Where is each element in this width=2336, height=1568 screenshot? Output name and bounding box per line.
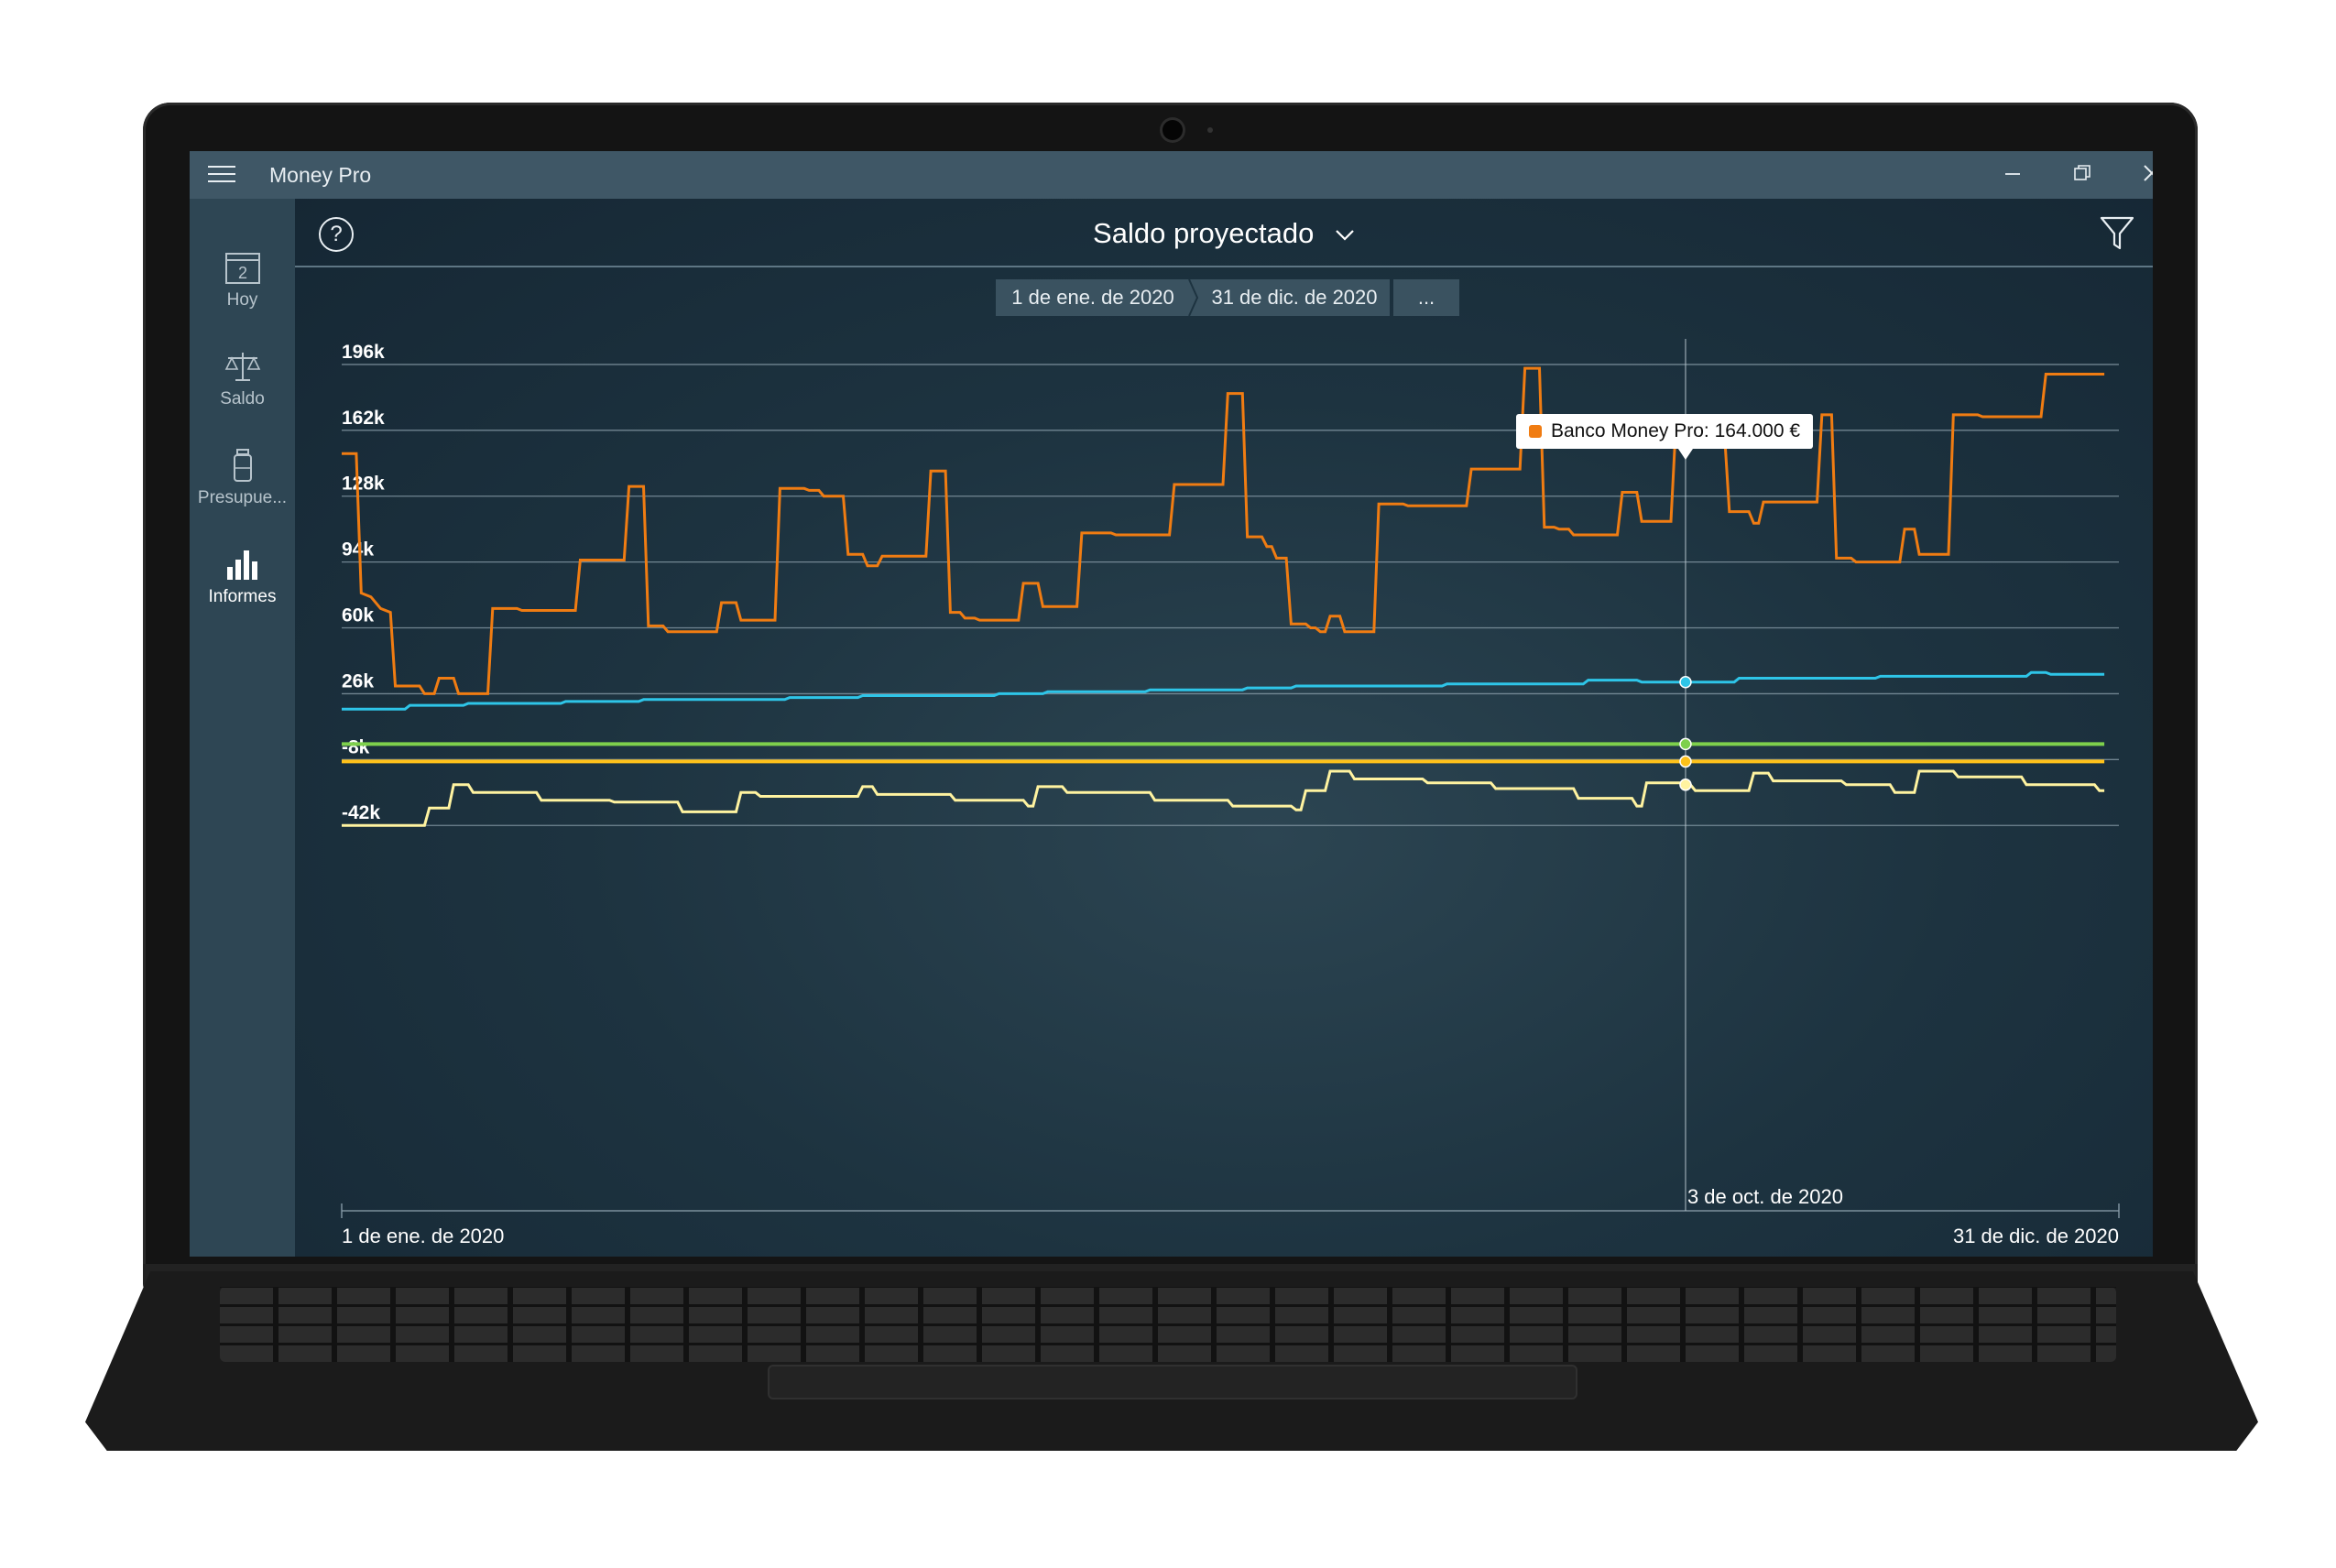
- series-cursor-marker-4: [1679, 779, 1692, 791]
- series-cursor-marker-3: [1679, 755, 1692, 768]
- laptop-trackpad: [768, 1365, 1577, 1399]
- crosshair-date-label: 3 de oct. de 2020: [1687, 1185, 1843, 1208]
- y-tick-label: 26k: [342, 670, 374, 691]
- y-tick-label: 196k: [342, 342, 385, 363]
- tooltip-text: Banco Money Pro: 164.000 €: [1551, 420, 1801, 441]
- tooltip-color-swatch: [1529, 425, 1542, 438]
- y-tick-label: -8k: [342, 736, 370, 757]
- y-tick-label: -42k: [342, 802, 380, 823]
- series-line-0: [342, 366, 2105, 695]
- tooltip-pointer: [1677, 449, 1693, 460]
- chart-tooltip: Banco Money Pro: 164.000 €: [1516, 414, 1814, 449]
- x-start-label: 1 de ene. de 2020: [342, 1225, 504, 1247]
- series-cursor-marker-2: [1679, 737, 1692, 751]
- series-cursor-marker-1: [1679, 675, 1692, 689]
- webcam-indicator: [1207, 127, 1213, 133]
- app-window: Money Pro 2 Hoy Saldo Presupue... Inform…: [190, 151, 2153, 1257]
- laptop-keyboard: [220, 1287, 2116, 1362]
- x-end-label: 31 de dic. de 2020: [1953, 1225, 2119, 1247]
- y-tick-label: 60k: [342, 605, 374, 626]
- webcam-icon: [1163, 120, 1183, 140]
- projected-balance-chart[interactable]: 196k 162k 128k 94k 60k 26k -8k -42k 1 de ene. de…: [190, 151, 2153, 1257]
- y-tick-label: 94k: [342, 539, 374, 561]
- series-line-1: [342, 670, 2105, 711]
- y-tick-label: 162k: [342, 408, 385, 429]
- series-line-4: [342, 769, 2105, 827]
- y-tick-label: 128k: [342, 474, 385, 495]
